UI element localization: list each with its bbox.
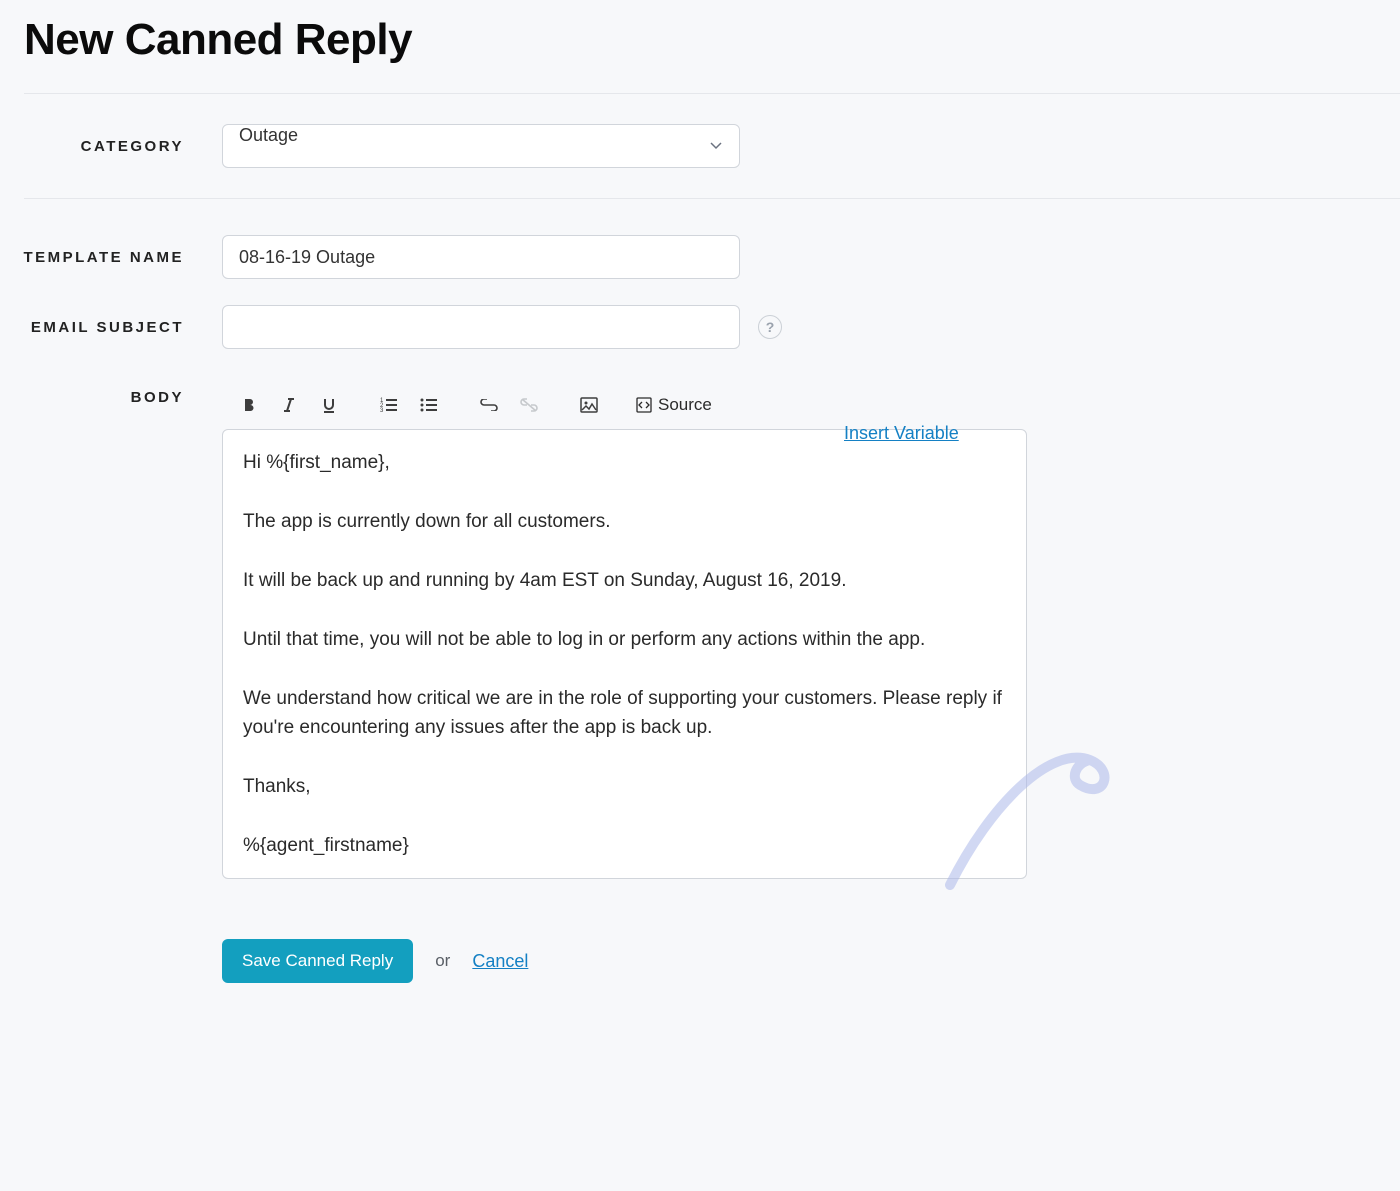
image-icon[interactable]	[576, 392, 602, 418]
email-subject-input[interactable]	[222, 305, 740, 349]
editor-toolbar: 123 Source	[222, 381, 1027, 429]
row-email-subject: EMAIL SUBJECT ?	[0, 291, 1400, 365]
label-template-name: TEMPLATE NAME	[0, 249, 222, 266]
italic-icon[interactable]	[276, 392, 302, 418]
save-button[interactable]: Save Canned Reply	[222, 939, 413, 983]
insert-variable-link[interactable]: Insert Variable	[844, 423, 959, 444]
underline-icon[interactable]	[316, 392, 342, 418]
svg-text:3: 3	[380, 408, 384, 413]
cancel-link[interactable]: Cancel	[472, 951, 528, 972]
source-label: Source	[658, 395, 712, 415]
page-title: New Canned Reply	[24, 15, 1400, 65]
help-icon[interactable]: ?	[758, 315, 782, 339]
unordered-list-icon[interactable]	[416, 392, 442, 418]
category-select[interactable]: Outage	[222, 124, 740, 168]
row-category: CATEGORY Outage	[0, 94, 1400, 198]
actions-row: Save Canned Reply or Cancel	[222, 939, 1400, 983]
row-body: BODY 123	[0, 365, 1400, 879]
or-text: or	[435, 951, 450, 971]
ordered-list-icon[interactable]: 123	[376, 392, 402, 418]
body-editor[interactable]: Hi %{first_name}, The app is currently d…	[222, 429, 1027, 879]
bold-icon[interactable]	[236, 392, 262, 418]
unlink-icon	[516, 392, 542, 418]
row-template-name: TEMPLATE NAME	[0, 199, 1400, 291]
source-button[interactable]: Source	[636, 395, 712, 415]
label-email-subject: EMAIL SUBJECT	[0, 319, 222, 336]
link-icon[interactable]	[476, 392, 502, 418]
template-name-input[interactable]	[222, 235, 740, 279]
label-category: CATEGORY	[0, 138, 222, 155]
label-body: BODY	[0, 381, 222, 406]
